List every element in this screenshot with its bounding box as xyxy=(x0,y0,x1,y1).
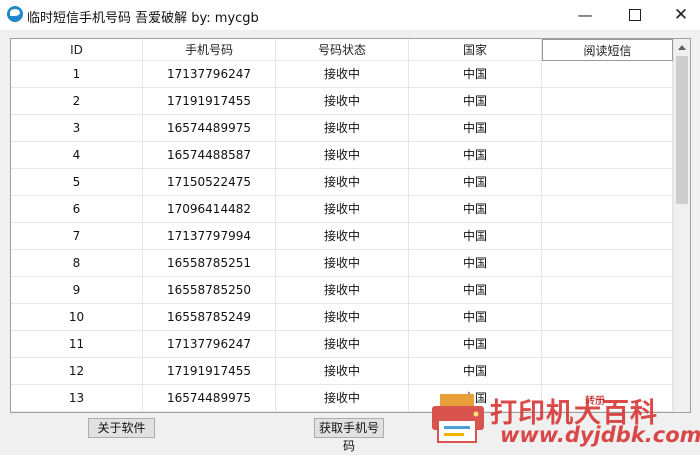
cell-id: 11 xyxy=(11,331,143,358)
cell-status: 接收中 xyxy=(276,169,409,196)
cell-phone: 16558785249 xyxy=(143,304,276,331)
cell-phone: 17191917455 xyxy=(143,358,276,385)
cell-status: 接收中 xyxy=(276,331,409,358)
minimize-icon: — xyxy=(577,6,593,24)
about-software-button[interactable]: 关于软件 xyxy=(88,418,155,438)
column-header-status[interactable]: 号码状态 xyxy=(276,39,409,61)
cell-country: 中国 xyxy=(409,277,542,304)
cell-id: 12 xyxy=(11,358,143,385)
cell-id: 1 xyxy=(11,61,143,88)
vertical-scrollbar[interactable] xyxy=(673,39,690,412)
cell-id: 7 xyxy=(11,223,143,250)
cell-id: 13 xyxy=(11,385,143,412)
table-row[interactable]: 1117137796247接收中中国阅读短信 xyxy=(11,331,673,358)
cell-phone: 16574489975 xyxy=(143,385,276,412)
cell-action: 阅读短信 xyxy=(542,88,673,115)
app-logo-icon xyxy=(7,6,23,22)
cell-id: 3 xyxy=(11,115,143,142)
cell-action: 阅读短信 xyxy=(542,304,673,331)
cell-action: 阅读短信 xyxy=(542,142,673,169)
cell-status: 接收中 xyxy=(276,61,409,88)
cell-country: 中国 xyxy=(409,115,542,142)
cell-action: 阅读短信 xyxy=(542,358,673,385)
printer-watermark-icon xyxy=(432,394,484,443)
cell-status: 接收中 xyxy=(276,358,409,385)
phone-number-grid: ID 手机号码 号码状态 国家 阅读短信 117137796247接收中中国阅读… xyxy=(10,38,691,413)
cell-country: 中国 xyxy=(409,196,542,223)
column-header-read-sms[interactable]: 阅读短信 xyxy=(542,39,673,61)
table-row[interactable]: 1217191917455接收中中国阅读短信 xyxy=(11,358,673,385)
table-row[interactable]: 617096414482接收中中国阅读短信 xyxy=(11,196,673,223)
cell-id: 9 xyxy=(11,277,143,304)
column-header-phone[interactable]: 手机号码 xyxy=(143,39,276,61)
cell-status: 接收中 xyxy=(276,88,409,115)
cell-phone: 16558785251 xyxy=(143,250,276,277)
cell-phone: 16574488587 xyxy=(143,142,276,169)
cell-status: 接收中 xyxy=(276,223,409,250)
close-icon: ✕ xyxy=(673,5,689,25)
table-row[interactable]: 316574489975接收中中国阅读短信 xyxy=(11,115,673,142)
table-row[interactable]: 117137796247接收中中国阅读短信 xyxy=(11,61,673,88)
cell-status: 接收中 xyxy=(276,250,409,277)
watermark-site-url: www.dyjdbk.com xyxy=(500,423,700,447)
cell-status: 接收中 xyxy=(276,196,409,223)
cell-action: 阅读短信 xyxy=(542,196,673,223)
cell-id: 2 xyxy=(11,88,143,115)
column-header-country[interactable]: 国家 xyxy=(409,39,542,61)
cell-action: 阅读短信 xyxy=(542,331,673,358)
cell-country: 中国 xyxy=(409,61,542,88)
maximize-button[interactable] xyxy=(612,0,658,30)
column-header-id[interactable]: ID xyxy=(11,39,143,61)
cell-phone: 16558785250 xyxy=(143,277,276,304)
cell-id: 5 xyxy=(11,169,143,196)
minimize-button[interactable]: — xyxy=(562,0,608,30)
cell-id: 6 xyxy=(11,196,143,223)
title-bar: 临时短信手机号码 吾爱破解 by: mycgb — ✕ xyxy=(0,0,700,31)
cell-status: 接收中 xyxy=(276,115,409,142)
cell-action: 阅读短信 xyxy=(542,61,673,88)
cell-action: 阅读短信 xyxy=(542,115,673,142)
window-title: 临时短信手机号码 吾爱破解 by: mycgb xyxy=(27,11,259,26)
cell-country: 中国 xyxy=(409,250,542,277)
table-row[interactable]: 1016558785249接收中中国阅读短信 xyxy=(11,304,673,331)
cell-country: 中国 xyxy=(409,304,542,331)
table-row[interactable]: 916558785250接收中中国阅读短信 xyxy=(11,277,673,304)
cell-action: 阅读短信 xyxy=(542,169,673,196)
cell-status: 接收中 xyxy=(276,277,409,304)
close-button[interactable]: ✕ xyxy=(658,0,700,30)
table-row[interactable]: 217191917455接收中中国阅读短信 xyxy=(11,88,673,115)
cell-country: 中国 xyxy=(409,358,542,385)
scrollbar-thumb[interactable] xyxy=(676,56,688,204)
cell-phone: 17150522475 xyxy=(143,169,276,196)
cell-phone: 17137796247 xyxy=(143,331,276,358)
cell-id: 8 xyxy=(11,250,143,277)
cell-action: 阅读短信 xyxy=(542,277,673,304)
cell-status: 接收中 xyxy=(276,142,409,169)
cell-id: 10 xyxy=(11,304,143,331)
maximize-icon xyxy=(629,9,641,21)
table-row[interactable]: 717137797994接收中中国阅读短信 xyxy=(11,223,673,250)
table-row[interactable]: 816558785251接收中中国阅读短信 xyxy=(11,250,673,277)
scroll-up-arrow-icon[interactable] xyxy=(678,45,686,50)
table-row[interactable]: 517150522475接收中中国阅读短信 xyxy=(11,169,673,196)
cell-country: 中国 xyxy=(409,169,542,196)
cell-phone: 16574489975 xyxy=(143,115,276,142)
table-row[interactable]: 416574488587接收中中国阅读短信 xyxy=(11,142,673,169)
cell-status: 接收中 xyxy=(276,304,409,331)
cell-action: 阅读短信 xyxy=(542,250,673,277)
cell-country: 中国 xyxy=(409,88,542,115)
cell-phone: 17137796247 xyxy=(143,61,276,88)
cell-phone: 17137797994 xyxy=(143,223,276,250)
cell-phone: 17096414482 xyxy=(143,196,276,223)
cell-country: 中国 xyxy=(409,223,542,250)
cell-country: 中国 xyxy=(409,331,542,358)
cell-action: 阅读短信 xyxy=(542,223,673,250)
cell-country: 中国 xyxy=(409,142,542,169)
cell-phone: 17191917455 xyxy=(143,88,276,115)
cell-id: 4 xyxy=(11,142,143,169)
fetch-phone-numbers-button[interactable]: 获取手机号码 xyxy=(314,418,384,453)
cell-status: 接收中 xyxy=(276,385,409,412)
